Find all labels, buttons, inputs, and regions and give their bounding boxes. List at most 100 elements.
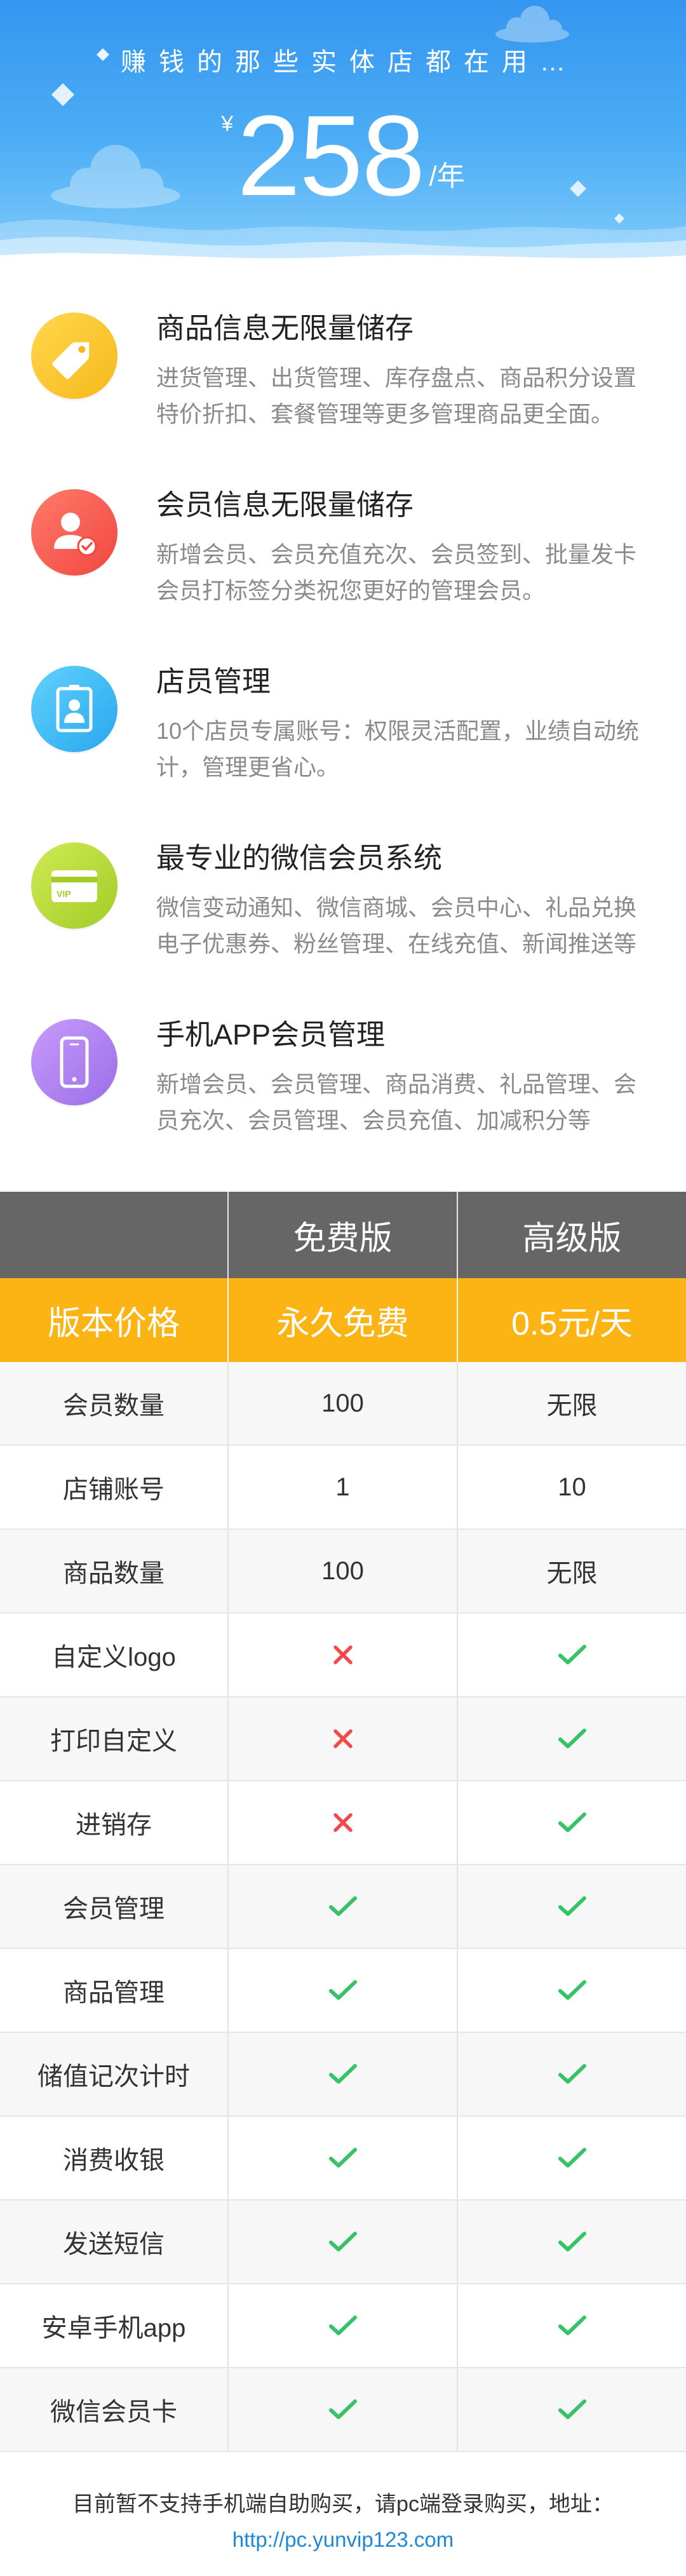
premium-plan-cell xyxy=(457,1614,686,1696)
feature-description: 微信变动通知、微信商城、会员中心、礼品兑换 电子优惠券、粉丝管理、在线充值、新闻推… xyxy=(156,889,636,962)
premium-plan-price: 0.5元/天 xyxy=(457,1278,686,1362)
feature-description-line: 会员打标签分类祝您更好的管理会员。 xyxy=(156,577,546,604)
cell-value: 100 xyxy=(321,1556,364,1585)
check-icon xyxy=(558,1979,587,2002)
phone-icon xyxy=(31,1019,118,1105)
feature-list: 商品信息无限量储存进货管理、出货管理、库存盘点、商品积分设置 特价折扣、套餐管理等… xyxy=(0,273,686,1192)
check-icon xyxy=(328,2314,358,2337)
check-icon xyxy=(558,2063,587,2086)
check-icon xyxy=(328,2230,358,2253)
row-label: 进销存 xyxy=(76,1811,152,1839)
row-label: 会员管理 xyxy=(63,1895,165,1923)
row-label: 消费收银 xyxy=(63,2147,165,2175)
feature-description: 进货管理、出货管理、库存盘点、商品积分设置 特价折扣、套餐管理等更多管理商品更全面… xyxy=(156,360,636,432)
free-plan-price: 永久免费 xyxy=(227,1278,457,1362)
free-plan-cell xyxy=(227,2033,457,2115)
check-icon xyxy=(558,1811,587,1834)
plan-header-premium: 高级版 xyxy=(457,1192,686,1278)
table-row: 消费收银 xyxy=(0,2117,686,2201)
notice-text: 目前暂不支持手机端自助购买，请pc端登录购买，地址： xyxy=(72,2492,614,2516)
premium-plan-cell xyxy=(457,2201,686,2283)
free-plan-cell xyxy=(227,1865,457,1948)
price-row: 版本价格 永久免费 0.5元/天 xyxy=(0,1278,686,1362)
free-plan-cell xyxy=(227,1614,457,1696)
row-label: 储值记次计时 xyxy=(37,2063,190,2091)
feature-icon-circle: VIP xyxy=(31,842,118,929)
table-row: 安卓手机app xyxy=(0,2284,686,2368)
cell-value: 100 xyxy=(321,1389,364,1417)
table-row: 打印自定义 xyxy=(0,1697,686,1781)
id-card-icon xyxy=(31,666,118,752)
feature-description-line: 新增会员、会员管理、商品消费、礼品管理、会 xyxy=(156,1071,637,1097)
premium-plan-cell xyxy=(457,2117,686,2199)
free-plan-cell xyxy=(227,1949,457,2032)
row-label: 店铺账号 xyxy=(63,1476,165,1504)
feature-item: VIP 最专业的微信会员系统微信变动通知、微信商城、会员中心、礼品兑换 电子优惠券… xyxy=(0,816,686,992)
premium-plan-cell xyxy=(457,1697,686,1780)
check-icon xyxy=(558,2230,587,2253)
free-plan-cell: 100 xyxy=(227,1362,457,1445)
check-icon xyxy=(558,2147,587,2169)
feature-title: 最专业的微信会员系统 xyxy=(156,842,443,874)
table-row: 发送短信 xyxy=(0,2201,686,2284)
premium-plan-cell xyxy=(457,2368,686,2451)
vip-card-icon: VIP xyxy=(31,842,118,929)
pricing-table: 免费版 高级版 版本价格 永久免费 0.5元/天 会员数量 100 无限 店铺账号 1 1… xyxy=(0,1192,686,2452)
table-row: 店铺账号 1 10 xyxy=(0,1446,686,1530)
premium-plan-cell: 无限 xyxy=(457,1530,686,1612)
feature-title: 会员信息无限量储存 xyxy=(156,489,414,521)
cross-icon xyxy=(332,1812,354,1833)
cell-value: 10 xyxy=(558,1473,586,1501)
feature-item: 会员信息无限量储存新增会员、会员充值充次、会员签到、批量发卡 会员打标签分类祝您更… xyxy=(0,462,686,639)
table-row: 进销存 xyxy=(0,1781,686,1865)
row-label: 商品管理 xyxy=(63,1979,165,2007)
feature-item: 店员管理 10个店员专属账号：权限灵活配置，业绩自动统 计，管理更省心。 xyxy=(0,639,686,816)
table-row: 自定义logo xyxy=(0,1614,686,1697)
feature-icon-circle xyxy=(31,313,118,399)
price-unit: /年 xyxy=(429,161,465,192)
header-corner-cell xyxy=(0,1192,227,1278)
row-label: 商品数量 xyxy=(63,1560,165,1588)
row-label: 发送短信 xyxy=(63,2230,165,2258)
feature-title: 商品信息无限量储存 xyxy=(156,312,414,344)
check-icon xyxy=(558,1727,587,1750)
premium-plan-cell xyxy=(457,1865,686,1948)
feature-description-line: 特价折扣、套餐管理等更多管理商品更全面。 xyxy=(156,401,614,427)
table-row: 微信会员卡 xyxy=(0,2368,686,2452)
price-amount: 258 xyxy=(237,92,425,220)
feature-description-line: 员充次、会员管理、会员充值、加减积分等 xyxy=(156,1107,591,1133)
feature-description-line: 微信变动通知、微信商城、会员中心、礼品兑换 xyxy=(156,894,637,920)
plan-header-free: 免费版 xyxy=(227,1192,457,1278)
feature-icon-circle xyxy=(31,666,118,752)
row-label: 打印自定义 xyxy=(50,1727,177,1755)
vip-card-label: VIP xyxy=(57,889,71,899)
free-plan-cell xyxy=(227,2284,457,2367)
currency-symbol: ¥ xyxy=(221,112,234,136)
table-header-row: 免费版 高级版 xyxy=(0,1192,686,1278)
feature-description-line: 进货管理、出货管理、库存盘点、商品积分设置 xyxy=(156,365,637,391)
premium-plan-cell xyxy=(457,2284,686,2367)
check-icon xyxy=(328,2147,358,2169)
purchase-link[interactable]: http://pc.yunvip123.com xyxy=(0,2522,686,2557)
price-row-label: 版本价格 xyxy=(47,1305,180,1342)
feature-title: 手机APP会员管理 xyxy=(156,1018,386,1051)
table-body: 会员数量 100 无限 店铺账号 1 10 商品数量 100 无限自定义logo 打印自定义 进… xyxy=(0,1362,686,2452)
check-icon xyxy=(328,1895,358,1918)
feature-icon-circle xyxy=(31,1019,118,1105)
cross-icon xyxy=(332,1728,354,1750)
premium-plan-cell: 10 xyxy=(457,1446,686,1528)
free-plan-cell: 100 xyxy=(227,1530,457,1612)
table-row: 商品管理 xyxy=(0,1949,686,2033)
free-plan-cell xyxy=(227,2117,457,2199)
feature-item: 手机APP会员管理新增会员、会员管理、商品消费、礼品管理、会 员充次、会员管理、会… xyxy=(0,992,686,1169)
feature-description: 新增会员、会员管理、商品消费、礼品管理、会 员充次、会员管理、会员充值、加减积分等 xyxy=(156,1066,636,1138)
feature-item: 商品信息无限量储存进货管理、出货管理、库存盘点、商品积分设置 特价折扣、套餐管理等… xyxy=(0,286,686,462)
cross-icon xyxy=(332,1644,354,1666)
row-label: 微信会员卡 xyxy=(50,2398,177,2426)
table-row: 会员管理 xyxy=(0,1865,686,1949)
table-row: 会员数量 100 无限 xyxy=(0,1362,686,1446)
feature-description: 新增会员、会员充值充次、会员签到、批量发卡 会员打标签分类祝您更好的管理会员。 xyxy=(156,536,636,609)
row-label: 安卓手机app xyxy=(41,2314,186,2342)
cell-value: 无限 xyxy=(546,1560,598,1588)
free-plan-cell xyxy=(227,1697,457,1780)
